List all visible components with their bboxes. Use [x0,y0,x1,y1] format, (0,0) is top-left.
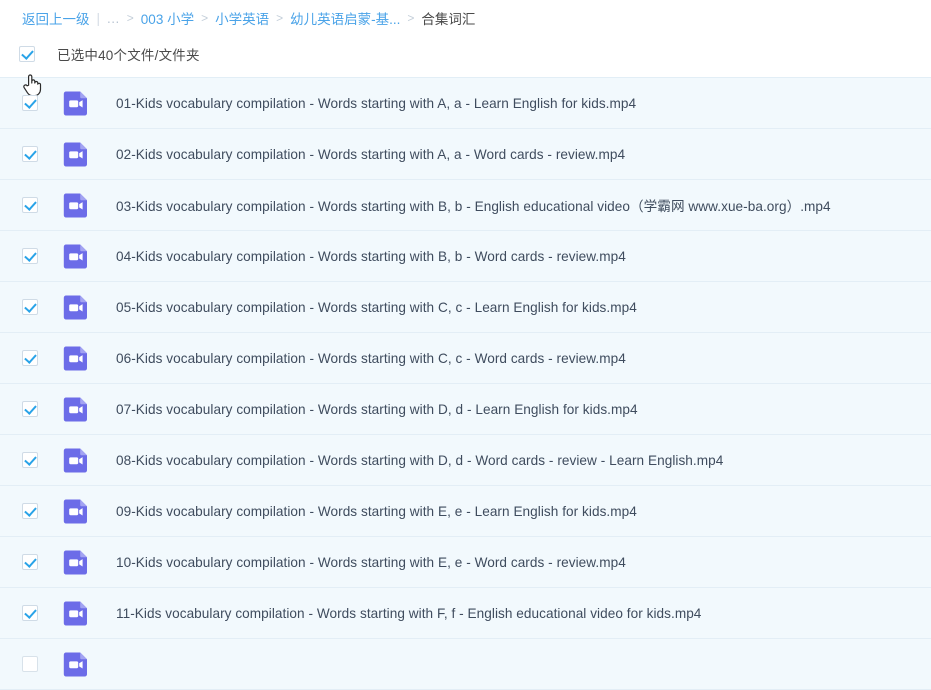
video-file-icon [63,498,90,525]
breadcrumb-item-1[interactable]: 小学英语 [215,8,269,28]
file-name-label: 08-Kids vocabulary compilation - Words s… [116,452,724,468]
selection-count-label: 已选中40个文件/文件夹 [57,48,200,63]
file-row[interactable]: 09-Kids vocabulary compilation - Words s… [0,486,931,537]
file-name-label: 04-Kids vocabulary compilation - Words s… [116,248,626,264]
file-name-label: 05-Kids vocabulary compilation - Words s… [116,299,637,315]
file-row-checkbox[interactable] [22,656,38,672]
breadcrumb: 返回上一级 | ... > 003 小学 > 小学英语 > 幼儿英语启蒙-基..… [0,5,931,31]
file-name-label: 01-Kids vocabulary compilation - Words s… [116,95,637,111]
file-name-label: 07-Kids vocabulary compilation - Words s… [116,401,638,417]
file-row-checkbox[interactable] [22,350,38,366]
file-row[interactable]: 03-Kids vocabulary compilation - Words s… [0,180,931,231]
video-file-icon [63,243,90,270]
file-row-checkbox[interactable] [22,452,38,468]
video-file-icon [63,90,90,117]
breadcrumb-separator: > [201,11,209,25]
file-row-checkbox[interactable] [22,503,38,519]
file-name-label: 03-Kids vocabulary compilation - Words s… [116,199,831,214]
file-name-label: 02-Kids vocabulary compilation - Words s… [116,146,626,162]
video-file-icon [63,345,90,372]
breadcrumb-back-link[interactable]: 返回上一级 [22,8,90,28]
video-file-icon [63,294,90,321]
file-row-checkbox[interactable] [22,605,38,621]
breadcrumb-separator: > [407,11,415,25]
video-file-icon [63,396,90,423]
video-file-icon [63,192,90,219]
file-row-checkbox[interactable] [22,299,38,315]
breadcrumb-item-current: 合集词汇 [421,12,476,27]
breadcrumb-ellipsis[interactable]: ... [107,11,120,26]
breadcrumb-item-2[interactable]: 幼儿英语启蒙-基... [290,8,400,28]
file-row-checkbox[interactable] [22,95,38,111]
file-row[interactable]: 10-Kids vocabulary compilation - Words s… [0,537,931,588]
file-row-checkbox[interactable] [22,146,38,162]
file-row-checkbox[interactable] [22,197,38,213]
file-name-label: 11-Kids vocabulary compilation - Words s… [116,605,702,621]
file-name-label: 06-Kids vocabulary compilation - Words s… [116,350,626,366]
file-row[interactable] [0,639,931,690]
file-row[interactable]: 04-Kids vocabulary compilation - Words s… [0,231,931,282]
file-name-label: 10-Kids vocabulary compilation - Words s… [116,554,626,570]
file-row-checkbox[interactable] [22,554,38,570]
video-file-icon [63,600,90,627]
file-row[interactable]: 11-Kids vocabulary compilation - Words s… [0,588,931,639]
video-file-icon [63,651,90,678]
video-file-icon [63,549,90,576]
file-row[interactable]: 08-Kids vocabulary compilation - Words s… [0,435,931,486]
file-row[interactable]: 01-Kids vocabulary compilation - Words s… [0,78,931,129]
file-row[interactable]: 07-Kids vocabulary compilation - Words s… [0,384,931,435]
video-file-icon [63,447,90,474]
select-all-checkbox[interactable] [19,46,35,62]
file-row[interactable]: 05-Kids vocabulary compilation - Words s… [0,282,931,333]
file-row[interactable]: 02-Kids vocabulary compilation - Words s… [0,129,931,180]
video-file-icon [63,141,90,168]
breadcrumb-divider: | [96,10,101,26]
breadcrumb-separator: > [276,11,284,25]
file-row[interactable]: 06-Kids vocabulary compilation - Words s… [0,333,931,384]
file-row-checkbox[interactable] [22,401,38,417]
file-list: 01-Kids vocabulary compilation - Words s… [0,77,931,690]
breadcrumb-item-0[interactable]: 003 小学 [141,8,194,28]
file-name-label: 09-Kids vocabulary compilation - Words s… [116,503,637,519]
select-all-bar: 已选中40个文件/文件夹 [0,31,931,97]
breadcrumb-separator: > [126,11,134,25]
file-row-checkbox[interactable] [22,248,38,264]
